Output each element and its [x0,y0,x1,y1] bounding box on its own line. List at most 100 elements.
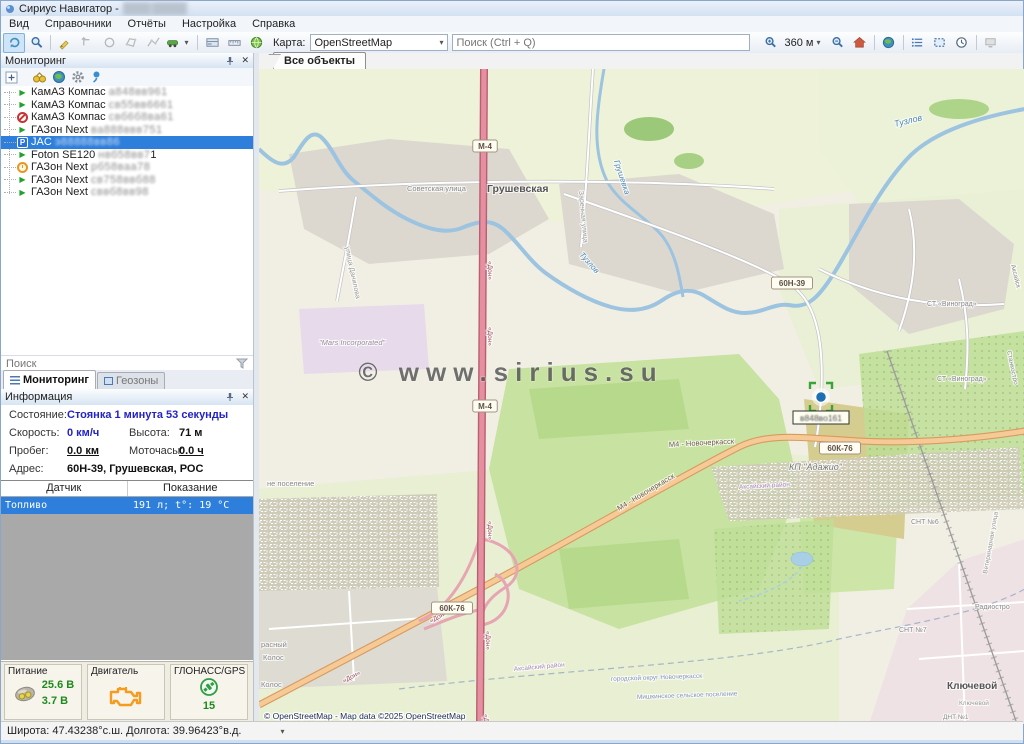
power-label: Питание [8,666,78,677]
battery-icon [12,682,38,704]
sensor-row[interactable]: Топливо191 л; t°: 19 °C [1,497,253,514]
vehicle-name: JAC [31,136,55,148]
pin-icon[interactable] [225,56,235,66]
menu-item[interactable]: Вид [1,18,37,30]
status-moving-icon: ▶ [17,124,28,135]
history-button[interactable] [951,33,973,53]
zoom-scale-select[interactable]: 360 м ▾ [782,34,827,51]
polygon-geozone-button-disabled[interactable] [120,33,142,53]
menu-item[interactable]: Справка [244,18,303,30]
tree-item[interactable]: ▶ГАЗон Next ва888ввв751 [1,124,253,137]
search-input[interactable] [452,34,750,51]
status-moving-icon: ▶ [17,149,28,160]
home-button[interactable] [849,33,871,53]
vehicle-plate-blurred: сввб8вв98 [91,186,149,198]
circle-geozone-button-disabled[interactable] [98,33,120,53]
close-icon[interactable]: ✕ [241,392,249,402]
map-select-label: Карта: [273,37,306,49]
polyline-icon [146,35,161,50]
refresh-icon [7,35,22,50]
road-shield: 60К-76 [432,602,473,614]
tab-monitoring-label: Мониторинг [23,374,89,386]
filter-funnel-icon[interactable] [234,357,250,370]
menu-item[interactable]: Справочники [37,18,120,30]
tree-connector [4,117,16,118]
binoculars-icon[interactable] [32,71,47,84]
tree-search-input[interactable] [1,357,234,371]
move-geozone-button-disabled[interactable] [76,33,98,53]
select-region-button[interactable] [929,33,951,53]
screen-button-disabled[interactable] [980,33,1002,53]
gps-panel: ГЛОНАСС/GPS 15 [170,664,248,720]
window-bottom-border [1,740,1023,743]
hours-label: Моточасы: [129,445,179,457]
zoom-out-button[interactable] [827,33,849,53]
vehicle-menu-button[interactable]: ▾ [164,33,194,53]
measure-button[interactable] [223,33,245,53]
tree-toolbar [1,68,253,87]
menu-item[interactable]: Отчёты [120,18,174,30]
earth-button[interactable] [878,33,900,53]
monitoring-panel-title: Мониторинг [5,55,66,67]
route-panel-button[interactable] [201,33,223,53]
map-label: не поселение [267,479,314,488]
find-on-map-button[interactable] [25,33,47,53]
vehicle-plate-blurred: э88888вв86 [55,136,120,148]
monitor-icon [983,35,998,50]
tree-item[interactable]: ▶ГАЗон Next св758ввб88 [1,174,253,187]
map-svg[interactable]: © www.sirius.su ГрушевскаяСоветская улиц… [259,69,1024,724]
geozone-icon [104,377,113,385]
vehicle-name: Foton SE120 [31,149,98,161]
traffic-button[interactable] [245,33,267,53]
marker-plate-blurred: в848во161 [800,413,842,423]
map-tab-all-objects[interactable]: Все объекты [273,52,366,69]
polyline-geozone-button-disabled[interactable] [142,33,164,53]
voltage-backup: 3.7 В [42,695,74,707]
home-icon [852,35,867,50]
refresh-button[interactable] [3,33,25,53]
coords-dropdown-caret[interactable]: ▾ [277,727,287,736]
zoom-out-icon [830,35,845,50]
mileage-value[interactable]: 0.0 км [67,445,129,457]
tree-item[interactable]: PJAC э88888вв86 [1,136,253,149]
tree-connector [4,92,16,93]
vehicle-name: ГАЗон Next [31,161,91,173]
globe-icon[interactable] [52,70,66,84]
settings-gear-icon[interactable] [71,70,85,84]
close-icon[interactable]: ✕ [241,56,249,66]
gps-label: ГЛОНАСС/GPS [174,666,244,677]
zoom-in-button[interactable] [760,33,782,53]
tree-connector [4,154,16,155]
sensor-value: 191 л; t°: 19 °C [127,500,229,511]
expand-all-button[interactable] [5,71,18,84]
info-panel-body: Состояние: Стоянка 1 минута 53 секунды С… [1,405,253,480]
edit-geozone-button[interactable] [54,33,76,53]
menu-item[interactable]: Настройка [174,18,244,30]
legend-button[interactable] [907,33,929,53]
polygon-icon [124,35,139,50]
map-canvas[interactable]: © www.sirius.su ГрушевскаяСоветская улиц… [259,69,1023,722]
tree-item[interactable]: КамАЗ Компас свб6б8ва61 [1,111,253,124]
address-label: Адрес: [9,463,67,475]
tree-item[interactable]: ▶ГАЗон Next сввб8вв98 [1,186,253,199]
tree-item[interactable]: ГАЗон Next рб58ваа78 [1,161,253,174]
tree-item[interactable]: ▶КамАЗ Компас св55вв6661 [1,99,253,112]
tree-item[interactable]: ▶КамАЗ Компас а848вв961 [1,86,253,99]
tree-item[interactable]: ▶Foton SE120 нвб58вв71 [1,149,253,162]
panel-tabs: Мониторинг Геозоны [1,370,253,390]
toolbar-separator [903,35,904,50]
tree-connector [4,129,16,130]
tab-geozones[interactable]: Геозоны [97,372,165,389]
monitoring-panel: Мониторинг ✕ [1,53,254,722]
tracking-icon[interactable] [90,70,103,84]
vehicle-name: ГАЗон Next [31,124,91,136]
map-select[interactable]: OpenStreetMap ▾ [310,34,448,51]
tab-monitoring[interactable]: Мониторинг [3,370,96,389]
pin-icon[interactable] [225,392,235,402]
hours-value[interactable]: 0.0 ч [179,445,204,457]
dropdown-caret: ▾ [813,38,823,47]
pond [791,552,813,566]
toolbar-separator [197,35,198,50]
title-bar: Сириус Навигатор - ████ █████ [1,1,1023,16]
road-shield: М-4 [473,400,498,412]
